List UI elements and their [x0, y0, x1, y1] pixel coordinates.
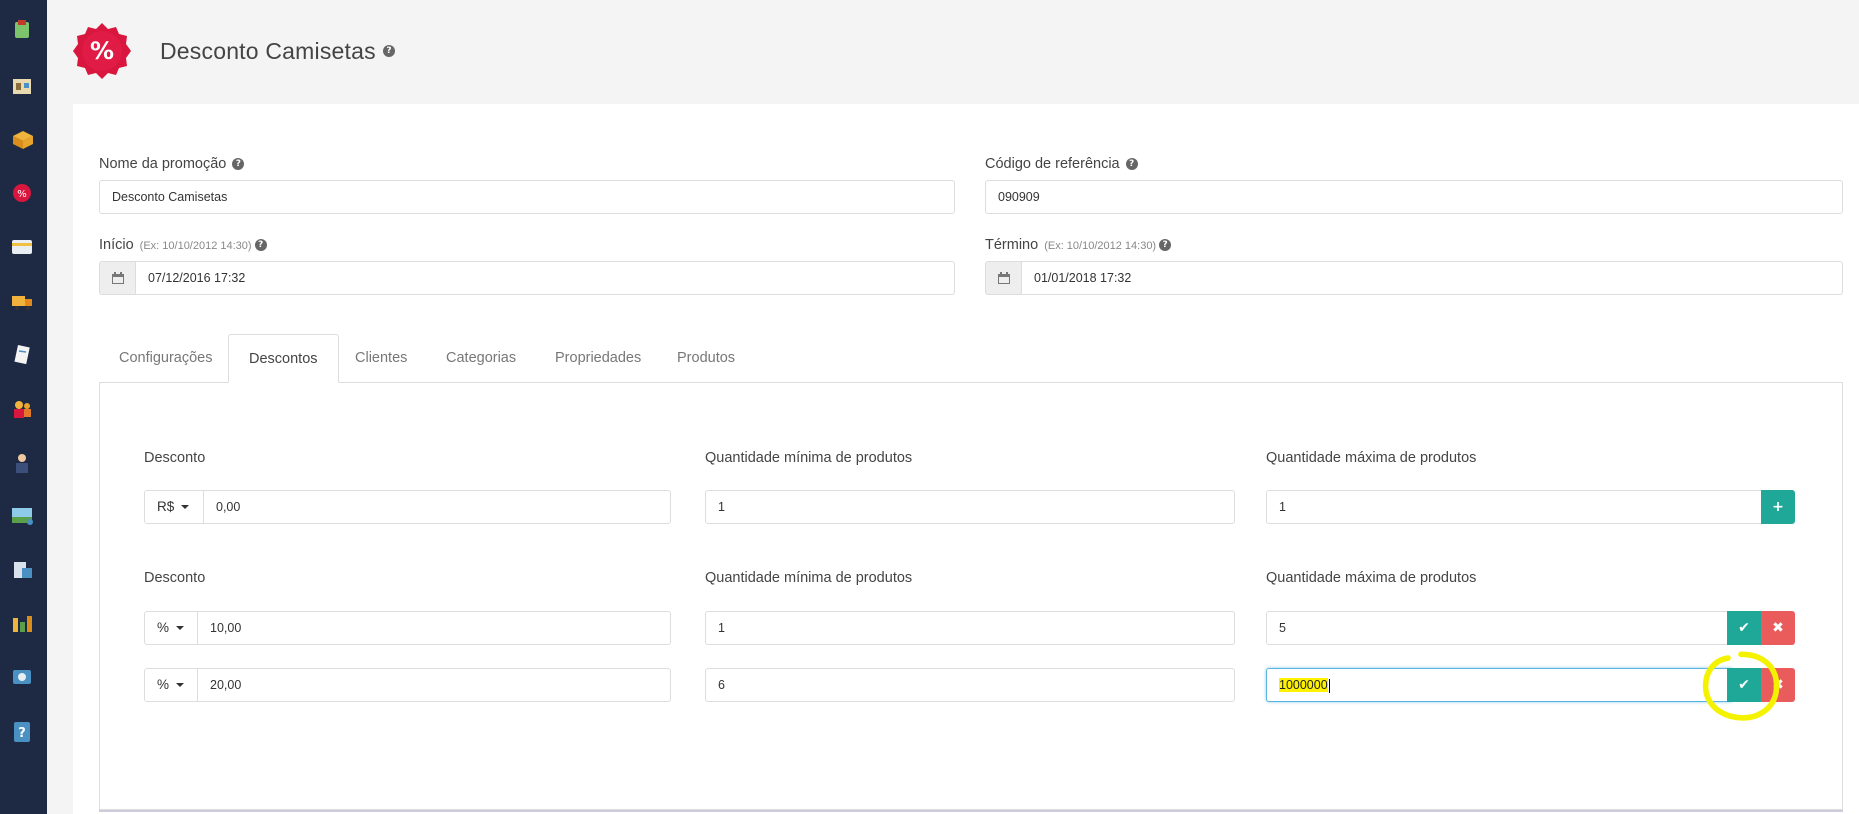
termino-label: Término [985, 237, 1039, 253]
promotion-badge-icon: % [73, 23, 131, 79]
new-min-qty-input[interactable]: 1 [705, 490, 1235, 524]
inicio-hint: (Ex: 10/10/2012 14:30) [139, 240, 252, 252]
descontos-tab-content [99, 382, 1843, 810]
new-desconto-label: Desconto [144, 450, 206, 466]
svg-text:%: % [90, 37, 114, 65]
sidebar-settings-icon[interactable] [10, 666, 36, 690]
inicio-label: Início [99, 237, 134, 253]
row2-discount-value-input[interactable]: 20,00 [197, 668, 671, 702]
sidebar-store-icon[interactable] [10, 74, 36, 98]
list-desconto-label: Desconto [144, 570, 206, 586]
sidebar-promotions-icon[interactable]: % [10, 181, 36, 205]
row1-discount-type-dropdown[interactable]: % [144, 611, 198, 645]
main-panel: Nome da promoção? Desconto Camisetas Cód… [73, 104, 1859, 814]
new-discount-type-dropdown[interactable]: R$ [144, 490, 204, 524]
nome-label-row: Nome da promoção? [99, 156, 245, 172]
calendar-icon [112, 272, 124, 284]
sidebar-orders-icon[interactable] [10, 343, 36, 367]
row1-discount-value-input[interactable]: 10,00 [197, 611, 671, 645]
title-help-icon[interactable]: ? [383, 45, 395, 57]
row1-discount-type-value: % [157, 620, 170, 635]
sidebar-help-icon[interactable]: ? [10, 720, 36, 744]
inicio-help-icon[interactable]: ? [254, 239, 267, 252]
sidebar-customers-icon[interactable] [10, 397, 36, 421]
list-max-label: Quantidade máxima de produtos [1266, 570, 1477, 586]
nome-help-icon[interactable]: ? [232, 158, 245, 171]
new-max-qty-input[interactable]: 1 [1266, 490, 1765, 524]
chevron-down-icon [181, 505, 190, 510]
sidebar-reports-icon[interactable] [10, 612, 36, 636]
sidebar-products-icon[interactable] [10, 128, 36, 152]
termino-input[interactable]: 01/01/2018 17:32 [1021, 261, 1843, 295]
sidebar-shipping-icon[interactable] [10, 289, 36, 313]
new-max-label: Quantidade máxima de produtos [1266, 450, 1477, 466]
row2-min-qty-input[interactable]: 6 [705, 668, 1235, 702]
row1-min-qty-input[interactable]: 1 [705, 611, 1235, 645]
inicio-input[interactable]: 07/12/2016 17:32 [135, 261, 955, 295]
row2-max-qty-input[interactable]: 1000000 [1266, 668, 1732, 702]
new-discount-value-input[interactable]: 0,00 [203, 490, 671, 524]
calendar-icon [998, 272, 1010, 284]
list-min-label: Quantidade mínima de produtos [705, 570, 913, 586]
codigo-label-row: Código de referência? [985, 156, 1138, 172]
nome-label: Nome da promoção [99, 156, 227, 172]
termino-help-icon[interactable]: ? [1159, 239, 1172, 252]
row2-max-qty-value: 1000000 [1279, 678, 1328, 692]
row1-max-qty-input[interactable]: 5 [1266, 611, 1732, 645]
row2-discount-type-dropdown[interactable]: % [144, 668, 198, 702]
tab-configuracoes[interactable]: Configurações [99, 334, 233, 382]
termino-label-row: Término (Ex: 10/10/2012 14:30)? [985, 237, 1172, 253]
annotation-circle [1702, 651, 1780, 721]
chevron-down-icon [176, 626, 185, 631]
nome-input[interactable]: Desconto Camisetas [99, 180, 955, 214]
sidebar-payments-icon[interactable] [10, 235, 36, 259]
tab-content-bottom-border [99, 810, 1843, 812]
sidebar-integrations-icon[interactable] [10, 558, 36, 582]
codigo-input[interactable]: 090909 [985, 180, 1843, 214]
svg-text:%: % [17, 189, 27, 200]
tab-clientes[interactable]: Clientes [335, 334, 427, 382]
page-title: Desconto Camisetas [160, 38, 376, 64]
codigo-help-icon[interactable]: ? [1125, 158, 1138, 171]
tab-produtos[interactable]: Produtos [657, 334, 755, 382]
termino-hint: (Ex: 10/10/2012 14:30) [1044, 240, 1157, 252]
codigo-label: Código de referência [985, 156, 1120, 172]
inicio-calendar-addon[interactable] [99, 261, 135, 295]
svg-text:?: ? [18, 726, 26, 741]
row1-remove-button[interactable]: ✖ [1761, 611, 1795, 645]
new-min-label: Quantidade mínima de produtos [705, 450, 913, 466]
termino-calendar-addon[interactable] [985, 261, 1021, 295]
sidebar-users-icon[interactable] [10, 451, 36, 475]
app-sidebar: % ? [0, 0, 47, 814]
add-discount-button[interactable]: + [1761, 490, 1795, 524]
text-cursor [1328, 678, 1330, 693]
row1-confirm-button[interactable]: ✔ [1727, 611, 1761, 645]
row2-discount-type-value: % [157, 677, 170, 692]
new-discount-type-value: R$ [157, 499, 175, 514]
tab-propriedades[interactable]: Propriedades [535, 334, 661, 382]
tab-descontos[interactable]: Descontos [228, 334, 339, 383]
chevron-down-icon [176, 683, 185, 688]
page-header: % Desconto Camisetas ? [47, 0, 1859, 104]
inicio-label-row: Início (Ex: 10/10/2012 14:30)? [99, 237, 267, 253]
sidebar-layout-icon[interactable] [10, 504, 36, 528]
tab-categorias[interactable]: Categorias [426, 334, 536, 382]
sidebar-dashboard-icon[interactable] [10, 18, 36, 42]
